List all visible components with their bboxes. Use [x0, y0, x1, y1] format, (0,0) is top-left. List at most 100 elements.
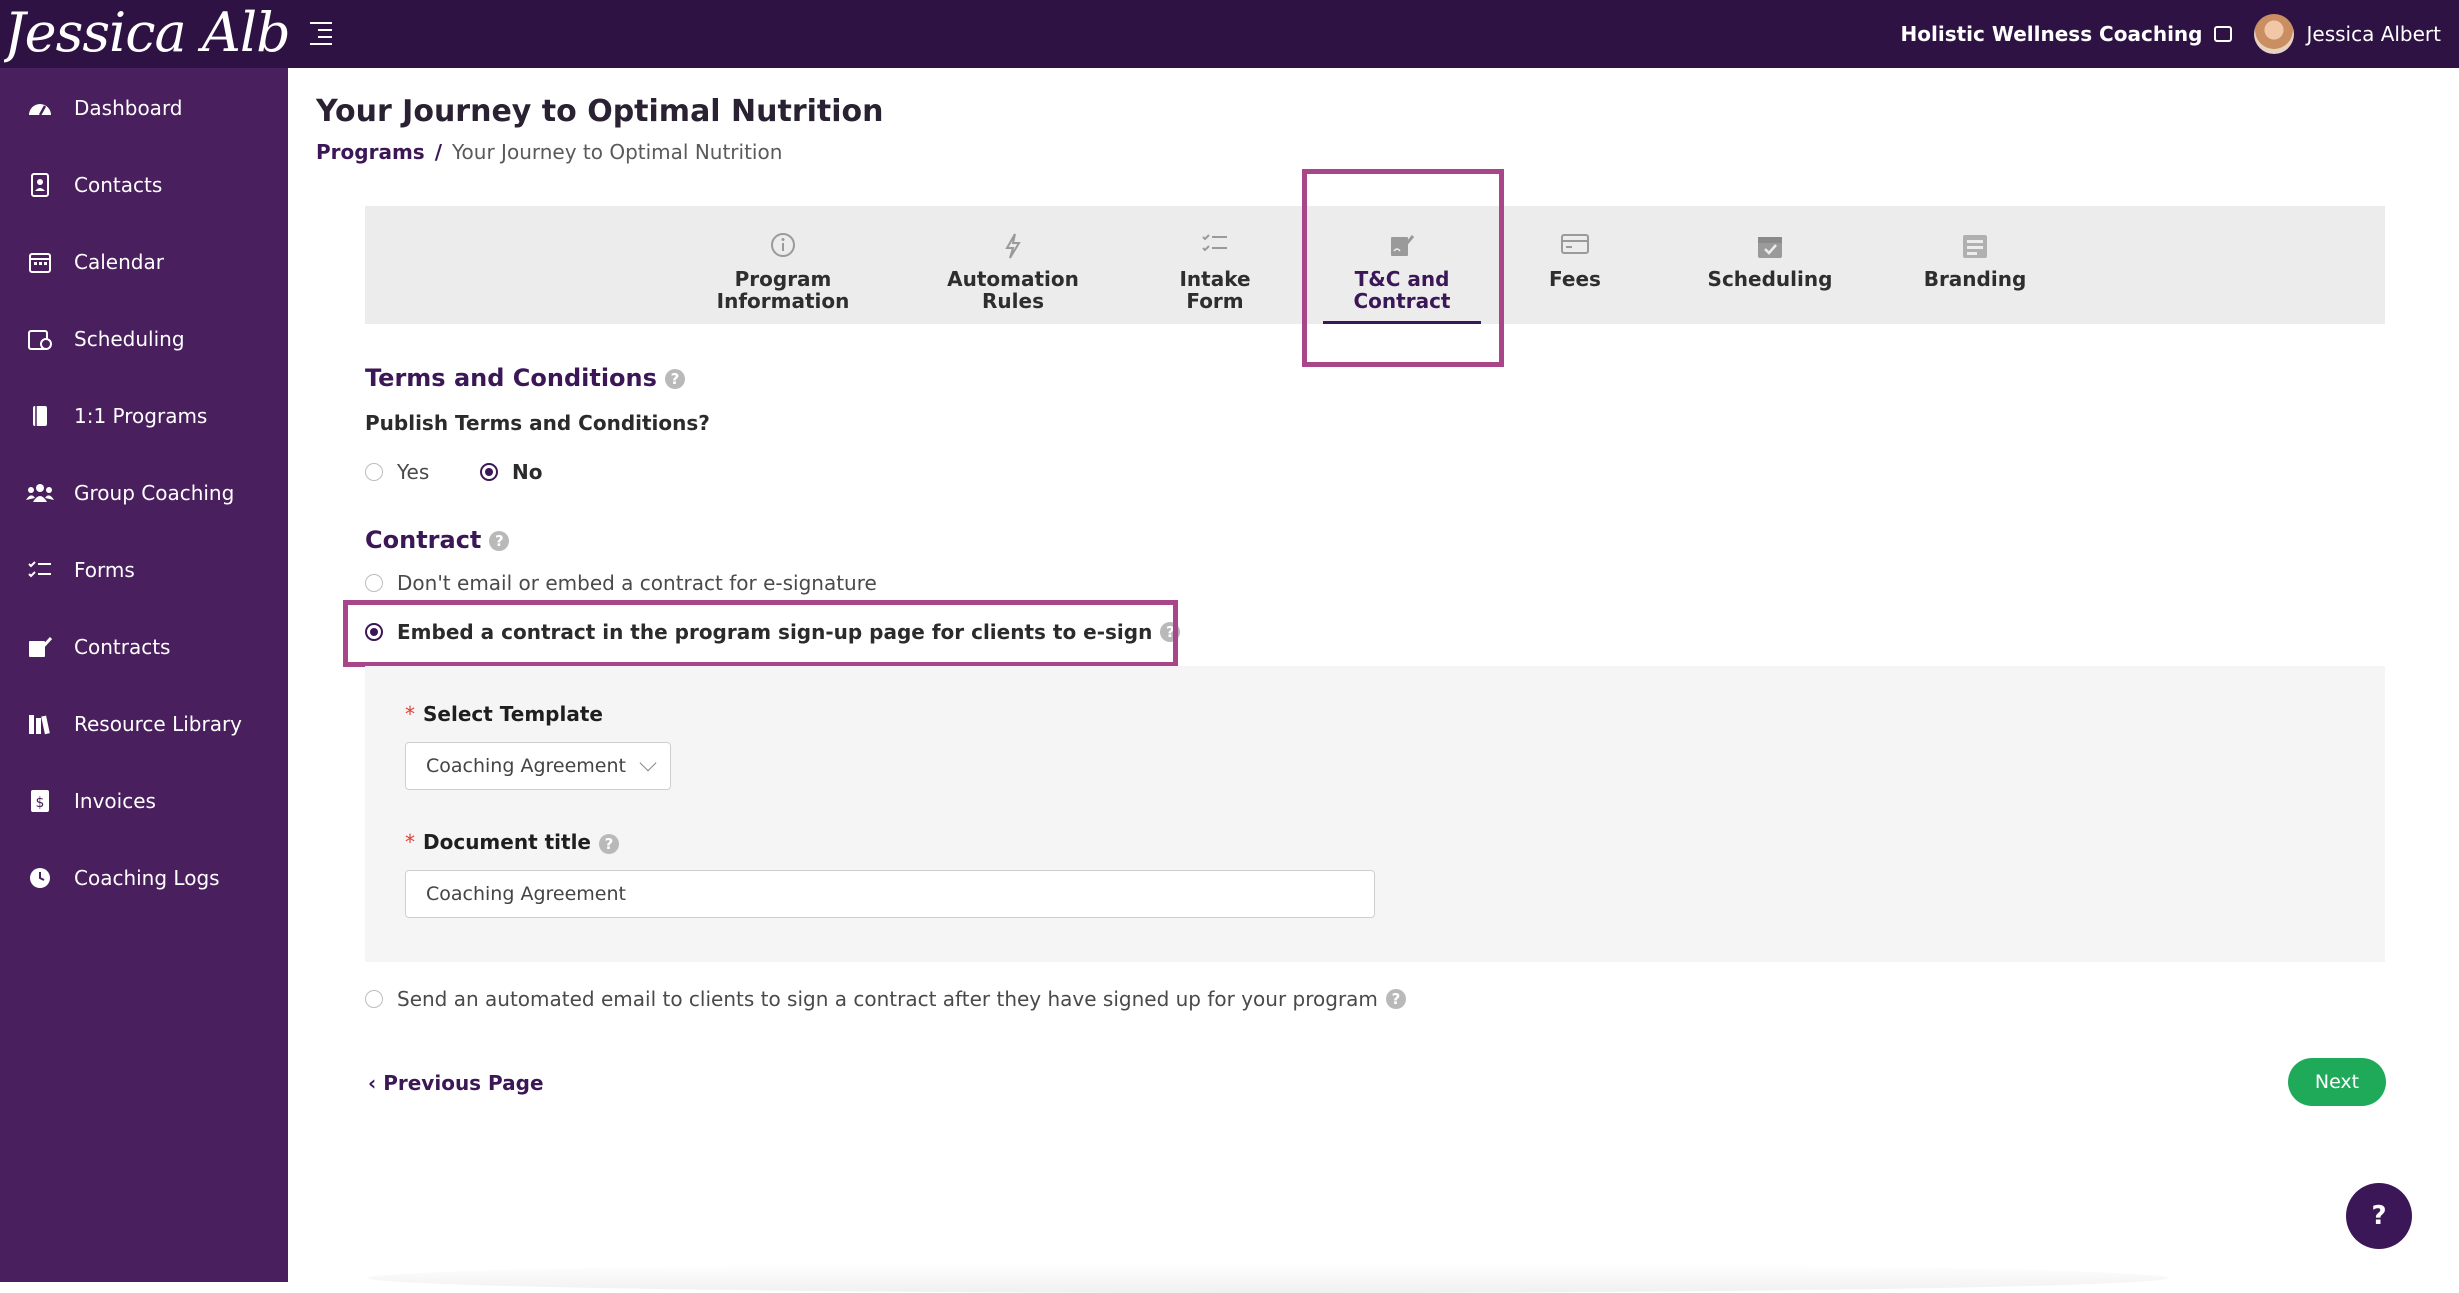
highlight-box-embed-option	[343, 600, 1178, 667]
top-bar: Jessica Albert Holistic Wellness Coachin…	[0, 0, 2459, 68]
sidebar-item-forms[interactable]: Forms	[0, 544, 288, 596]
embed-contract-panel: * Select Template Coaching Agreement * Doc…	[365, 666, 2385, 962]
invoice-icon: $	[26, 787, 54, 815]
sidebar-item-label: Dashboard	[74, 96, 183, 120]
avatar[interactable]	[2254, 14, 2295, 54]
business-name[interactable]: Holistic Wellness Coaching	[1901, 22, 2203, 46]
sidebar-item-scheduling[interactable]: Scheduling	[0, 313, 288, 365]
checklist-icon	[1201, 232, 1229, 262]
tab-program-information[interactable]: Program Information	[713, 206, 853, 324]
briefcase-icon[interactable]	[2214, 26, 2233, 42]
tab-scheduling[interactable]: Scheduling	[1685, 206, 1855, 324]
sidebar-item-dashboard[interactable]: Dashboard	[0, 82, 288, 134]
sidebar-item-label: Scheduling	[74, 327, 185, 351]
terms-section-title: Terms and Conditions?	[365, 364, 685, 392]
tab-label: Program Information	[716, 267, 850, 313]
breadcrumb-separator: /	[434, 140, 442, 164]
main-content: Your Journey to Optimal Nutrition Progra…	[288, 68, 2459, 1293]
sidebar-item-contacts[interactable]: Contacts	[0, 159, 288, 211]
sidebar-item-label: Coaching Logs	[74, 866, 220, 890]
sidebar-item-group-coaching[interactable]: Group Coaching	[0, 467, 288, 519]
clock-icon	[26, 864, 54, 892]
info-icon	[770, 232, 796, 262]
sidebar-item-label: Resource Library	[74, 712, 243, 736]
previous-page-button[interactable]: ‹ Previous Page	[368, 1071, 544, 1095]
tab-label: Branding	[1923, 267, 2027, 291]
sidebar-item-contracts[interactable]: Contracts	[0, 621, 288, 673]
required-marker: *	[405, 702, 415, 726]
tab-label: Automation Rules	[947, 267, 1079, 313]
calendar-icon	[26, 248, 54, 276]
terms-no-option[interactable]: No	[480, 460, 542, 484]
contract-none-option[interactable]: Don't email or embed a contract for e-si…	[365, 571, 877, 595]
svg-text:$: $	[36, 795, 45, 811]
breadcrumb-programs-link[interactable]: Programs	[316, 140, 425, 164]
help-icon[interactable]: ?	[664, 369, 685, 389]
contract-none-radio[interactable]	[365, 574, 383, 592]
tab-fees[interactable]: Fees	[1535, 206, 1615, 324]
chevron-left-icon: ‹	[368, 1071, 384, 1095]
help-icon[interactable]: ?	[1385, 989, 1406, 1009]
breadcrumb-current: Your Journey to Optimal Nutrition	[452, 140, 783, 164]
option-label: Send an automated email to clients to si…	[397, 987, 1378, 1011]
sidebar: Dashboard Contacts Calendar Scheduling 1…	[0, 68, 288, 1282]
tab-intake-form[interactable]: Intake Form	[1165, 206, 1265, 324]
user-name[interactable]: Jessica Albert	[2306, 22, 2441, 46]
tab-label: Scheduling	[1707, 267, 1833, 291]
sidebar-item-label: Contacts	[74, 173, 163, 197]
contract-section-title: Contract?	[365, 526, 510, 554]
tab-label: Fees	[1549, 267, 1601, 291]
sidebar-item-label: Forms	[74, 558, 135, 582]
tab-branding[interactable]: Branding	[1890, 206, 2060, 324]
option-label: Don't email or embed a contract for e-si…	[397, 571, 877, 595]
contract-email-option[interactable]: Send an automated email to clients to si…	[365, 987, 1406, 1011]
forms-icon	[26, 556, 54, 584]
library-icon	[26, 710, 54, 738]
contract-email-radio[interactable]	[365, 990, 383, 1008]
help-button[interactable]: ?	[2346, 1183, 2412, 1249]
dashboard-icon	[26, 94, 54, 122]
document-title-label: * Document title?	[405, 830, 619, 854]
template-select[interactable]: Coaching Agreement	[405, 742, 671, 790]
sidebar-item-programs[interactable]: 1:1 Programs	[0, 390, 288, 442]
contacts-icon	[26, 171, 54, 199]
terms-yes-option[interactable]: Yes	[365, 460, 429, 484]
highlight-box-tab	[1302, 169, 1504, 367]
document-title-value: Coaching Agreement	[426, 883, 626, 905]
sidebar-item-calendar[interactable]: Calendar	[0, 236, 288, 288]
sidebar-item-label: 1:1 Programs	[74, 404, 208, 428]
contract-icon	[26, 633, 54, 661]
sidebar-item-invoices[interactable]: $ Invoices	[0, 775, 288, 827]
scheduling-icon	[26, 325, 54, 353]
tab-automation-rules[interactable]: Automation Rules	[943, 206, 1083, 324]
branding-icon	[1961, 232, 1989, 262]
terms-yes-radio[interactable]	[365, 463, 383, 481]
account-area: Holistic Wellness Coaching Jessica Alber…	[1901, 0, 2441, 68]
next-button[interactable]: Next	[2288, 1058, 2386, 1106]
logo[interactable]: Jessica Albert	[4, 0, 289, 68]
menu-toggle-icon[interactable]	[310, 22, 336, 46]
template-select-value: Coaching Agreement	[426, 755, 626, 777]
group-icon	[26, 479, 54, 507]
publish-terms-question: Publish Terms and Conditions?	[365, 411, 710, 435]
help-icon[interactable]: ?	[489, 531, 510, 551]
sidebar-item-resource-library[interactable]: Resource Library	[0, 698, 288, 750]
help-icon[interactable]: ?	[599, 833, 619, 854]
sidebar-item-label: Group Coaching	[74, 481, 235, 505]
sidebar-item-label: Contracts	[74, 635, 171, 659]
card-icon	[1560, 232, 1590, 262]
breadcrumb: Programs / Your Journey to Optimal Nutriti…	[316, 140, 782, 164]
document-title-input[interactable]: Coaching Agreement	[405, 870, 1375, 918]
terms-no-radio[interactable]	[480, 463, 498, 481]
sidebar-item-coaching-logs[interactable]: Coaching Logs	[0, 852, 288, 904]
sidebar-item-label: Invoices	[74, 789, 156, 813]
required-marker: *	[405, 830, 415, 854]
lightning-icon	[1003, 232, 1023, 262]
sidebar-item-label: Calendar	[74, 250, 164, 274]
bottom-shadow	[368, 1263, 2168, 1293]
select-template-label: * Select Template	[405, 702, 603, 726]
option-label: Yes	[397, 460, 430, 484]
tab-label: Intake Form	[1179, 267, 1251, 313]
calendar-check-icon	[1756, 232, 1784, 262]
book-icon	[26, 402, 54, 430]
